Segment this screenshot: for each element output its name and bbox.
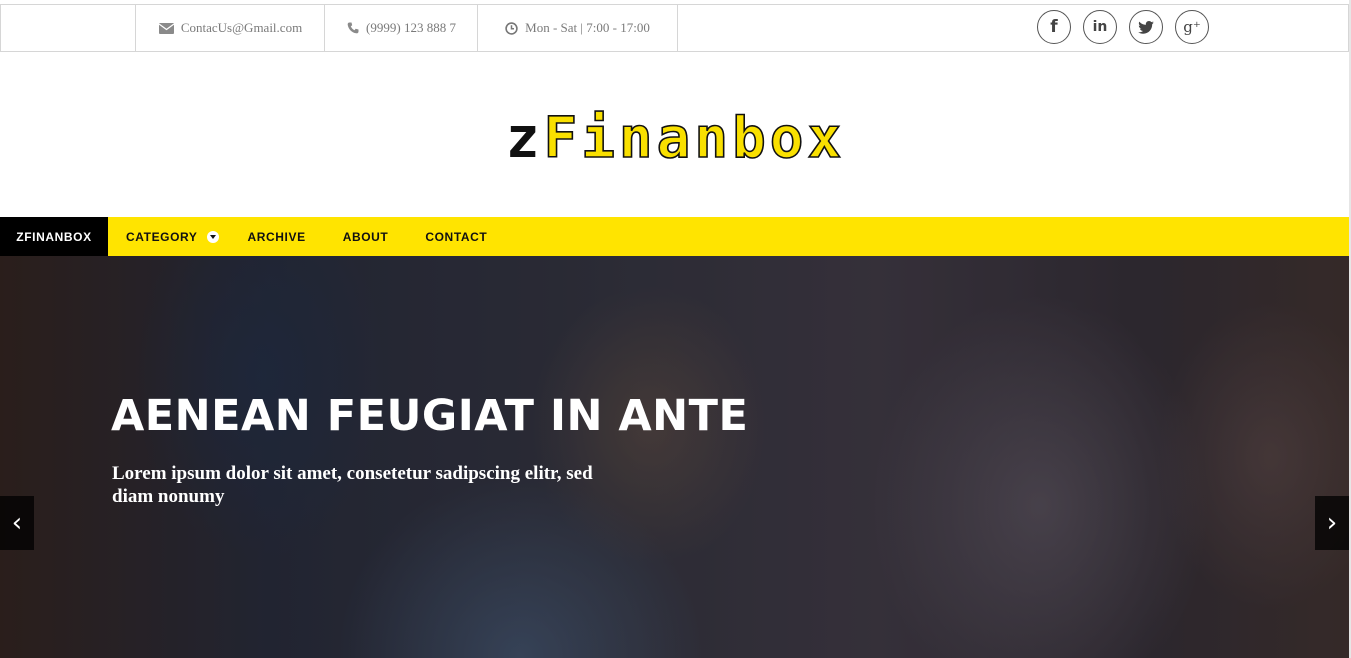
envelope-icon <box>158 22 174 34</box>
google-plus-glyph: g⁺ <box>1183 18 1201 36</box>
nav-item-category-label: CATEGORY <box>126 229 198 244</box>
linkedin-glyph: in <box>1092 19 1108 35</box>
contact-email-text: ContacUs@Gmail.com <box>180 20 303 35</box>
nav-item-category[interactable]: CATEGORY <box>126 217 220 256</box>
chevron-right-icon: › <box>1326 508 1338 538</box>
twitter-icon[interactable] <box>1129 10 1163 44</box>
contact-phone-text: (9999) 123 888 7 <box>366 20 456 35</box>
slider-next-button[interactable]: › <box>1315 496 1349 550</box>
nav-item-home[interactable]: ZFINANBOX <box>0 217 108 256</box>
chevron-down-icon <box>207 230 220 243</box>
contact-phone[interactable]: (9999) 123 888 7 <box>324 5 478 51</box>
slider-prev-button[interactable]: ‹ <box>0 496 34 550</box>
logo-name: Finanbox <box>543 105 846 172</box>
nav-item-about[interactable]: ABOUT <box>343 217 389 256</box>
hero-slider: AENEAN FEUGIAT IN ANTE Lorem ipsum dolor… <box>0 256 1349 658</box>
chevron-left-icon: ‹ <box>11 508 23 538</box>
facebook-glyph: f <box>1050 17 1058 37</box>
phone-icon <box>347 22 359 34</box>
hero-image <box>0 256 1349 658</box>
linkedin-icon[interactable]: in <box>1083 10 1117 44</box>
nav-item-contact[interactable]: CONTACT <box>425 217 487 256</box>
facebook-icon[interactable]: f <box>1037 10 1071 44</box>
main-nav: ZFINANBOX CATEGORY ARCHIVE ABOUT CONTACT <box>0 217 1349 256</box>
google-plus-icon[interactable]: g⁺ <box>1175 10 1209 44</box>
nav-item-archive[interactable]: ARCHIVE <box>247 217 305 256</box>
opening-hours: Mon - Sat | 7:00 - 17:00 <box>477 5 678 51</box>
clock-icon <box>505 21 518 35</box>
opening-hours-text: Mon - Sat | 7:00 - 17:00 <box>525 20 650 35</box>
twitter-bird-icon <box>1138 20 1154 34</box>
hero-subtitle: Lorem ipsum dolor sit amet, consetetur s… <box>112 463 593 507</box>
top-info-bar: ContacUs@Gmail.com (9999) 123 888 7 Mon … <box>0 4 1349 52</box>
logo-prefix: z <box>505 106 544 171</box>
contact-email[interactable]: ContacUs@Gmail.com <box>135 5 325 51</box>
site-logo[interactable]: zFinanbox <box>0 104 1351 174</box>
hero-title: AENEAN FEUGIAT IN ANTE <box>111 391 749 441</box>
